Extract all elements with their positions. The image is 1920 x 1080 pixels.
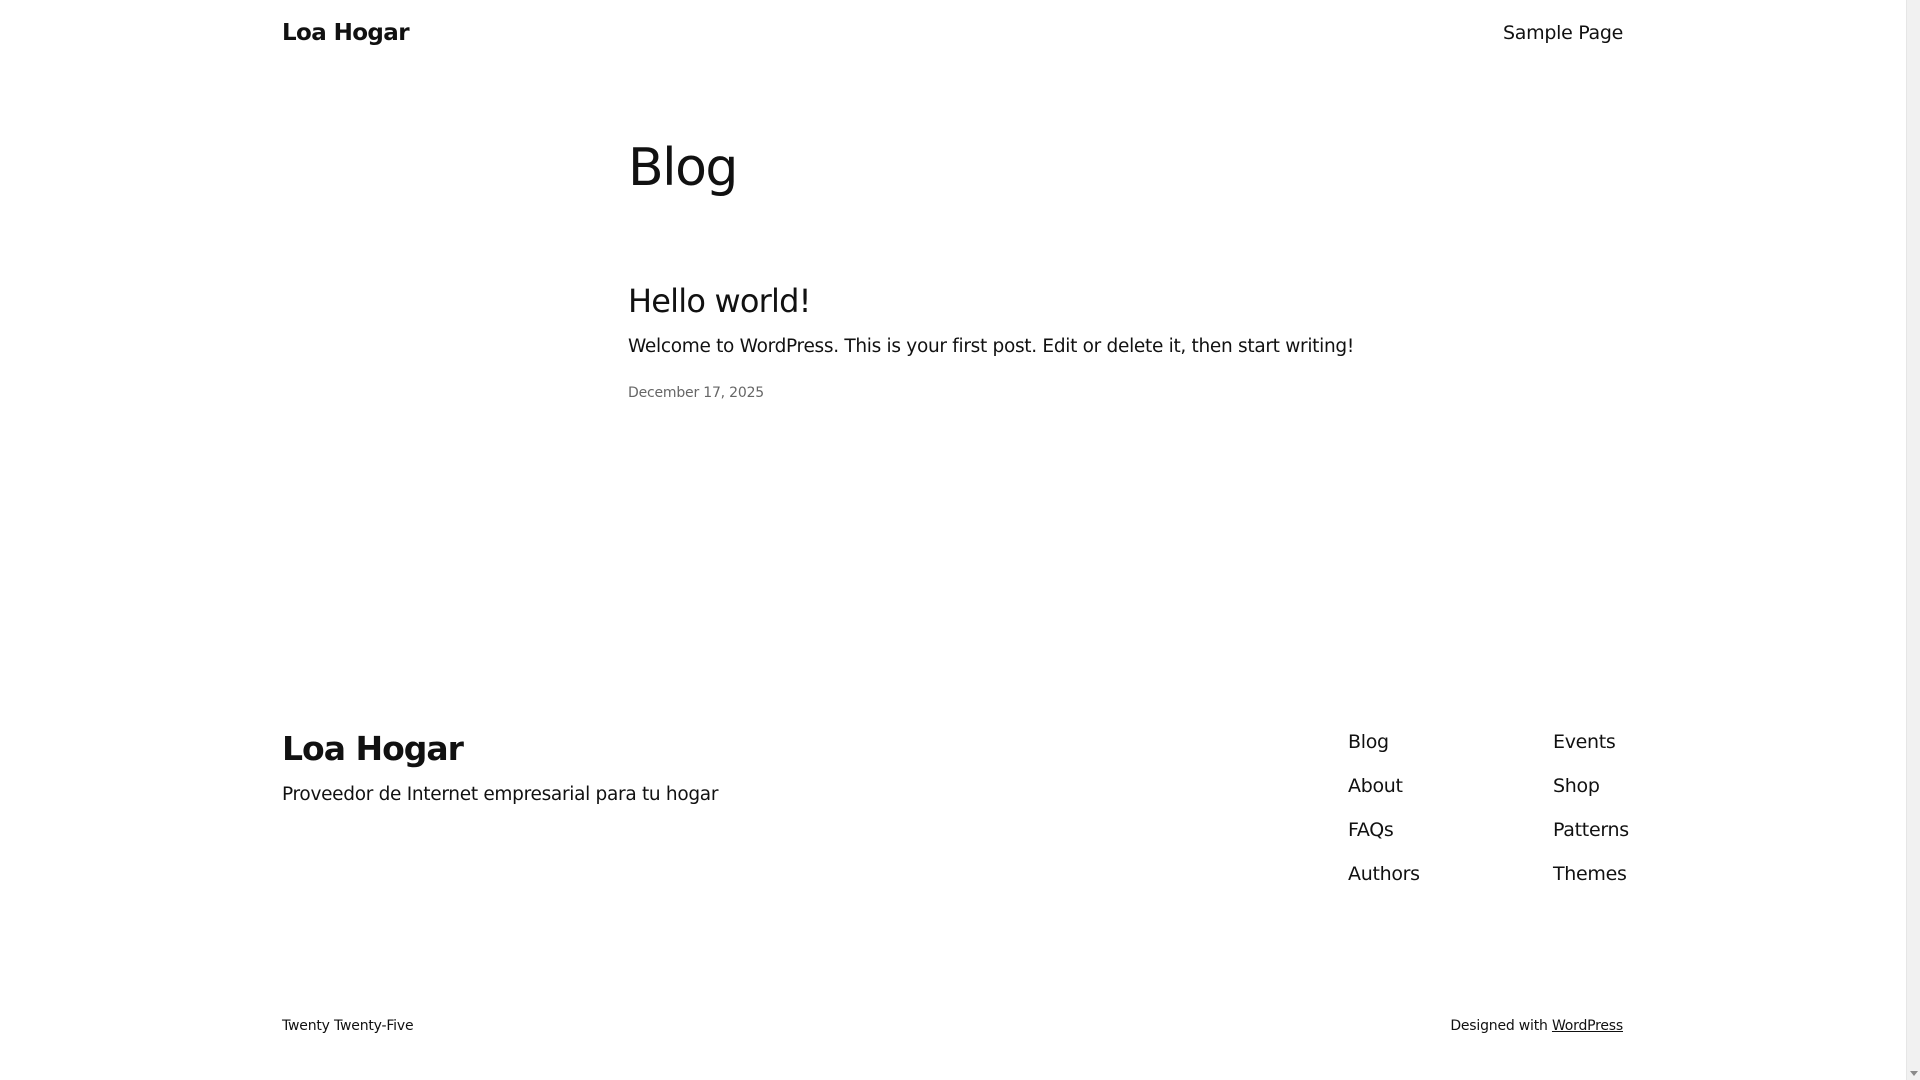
footer-link-themes[interactable]: Themes xyxy=(1553,862,1629,906)
footer-link-patterns[interactable]: Patterns xyxy=(1553,818,1629,862)
designed-prefix: Designed with xyxy=(1450,1018,1548,1034)
footer-site-title-link[interactable]: Loa Hogar xyxy=(282,727,464,771)
footer-link-faqs[interactable]: FAQs xyxy=(1348,818,1420,862)
footer-brand: Loa Hogar Proveedor de Internet empresar… xyxy=(282,727,718,805)
page-content: Loa Hogar Sample Page Blog Hello world! … xyxy=(0,0,1906,1080)
nav-item-sample-page[interactable]: Sample Page xyxy=(1503,22,1623,44)
footer-bottom-bar: Twenty Twenty-Five Designed with WordPre… xyxy=(282,1018,1623,1040)
page: Loa Hogar Sample Page Blog Hello world! … xyxy=(0,0,1920,1080)
site-header: Loa Hogar Sample Page xyxy=(282,18,1623,52)
post-excerpt: Welcome to WordPress. This is your first… xyxy=(628,336,1354,357)
post-date: December 17, 2025 xyxy=(628,385,764,401)
footer-nav-column-1: Blog About FAQs Authors xyxy=(1348,730,1420,906)
footer-link-blog[interactable]: Blog xyxy=(1348,730,1420,774)
scroll-down-arrow-icon[interactable] xyxy=(1910,1071,1918,1076)
footer-link-authors[interactable]: Authors xyxy=(1348,862,1420,906)
page-title: Blog xyxy=(628,138,738,198)
footer-nav-column-2: Events Shop Patterns Themes xyxy=(1553,730,1629,906)
theme-credit: Twenty Twenty-Five xyxy=(282,1018,414,1034)
site-title-link[interactable]: Loa Hogar xyxy=(282,20,410,46)
designed-credit: Designed with WordPress xyxy=(1450,1018,1623,1034)
post-title-link[interactable]: Hello world! xyxy=(628,278,811,324)
vertical-scrollbar[interactable] xyxy=(1906,0,1920,1080)
footer-link-events[interactable]: Events xyxy=(1553,730,1629,774)
footer-link-about[interactable]: About xyxy=(1348,774,1420,818)
post-item: Hello world! Welcome to WordPress. This … xyxy=(628,278,1428,401)
wordpress-link[interactable]: WordPress xyxy=(1552,1018,1623,1034)
footer-link-shop[interactable]: Shop xyxy=(1553,774,1629,818)
footer-tagline: Proveedor de Internet empresarial para t… xyxy=(282,784,719,805)
